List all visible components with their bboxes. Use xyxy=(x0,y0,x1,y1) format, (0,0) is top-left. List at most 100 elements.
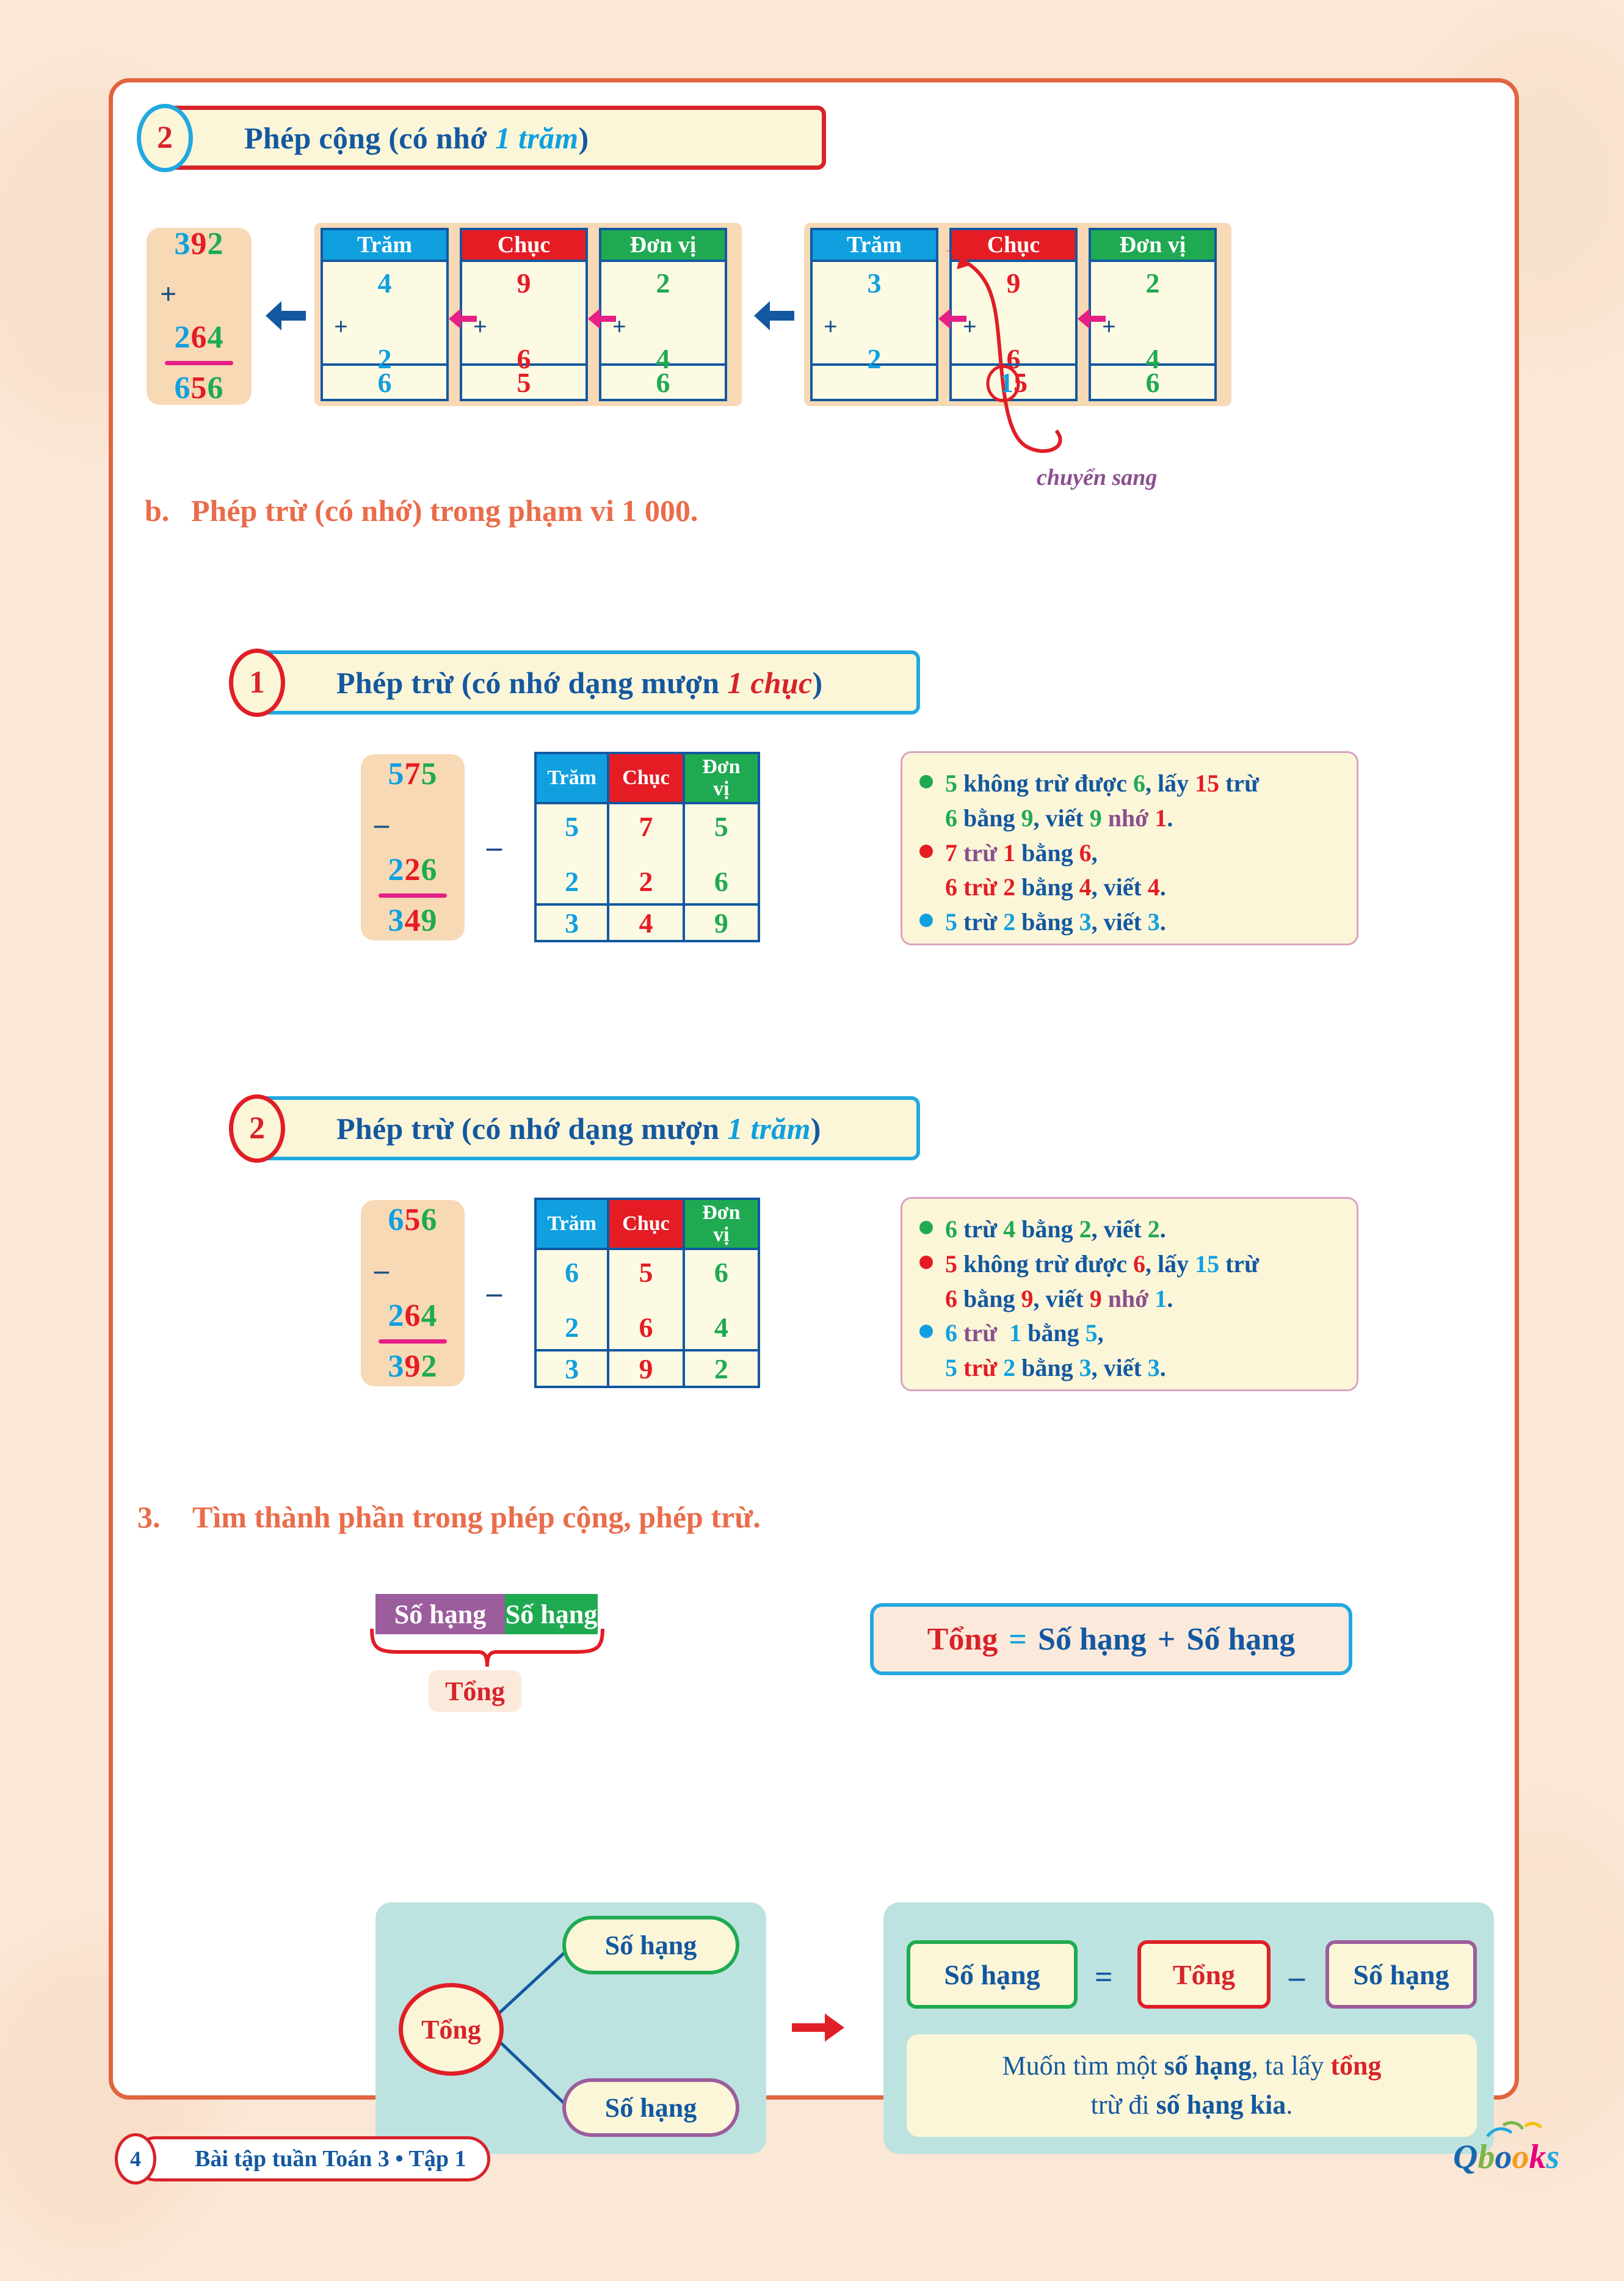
explanation-text: 5 không trừ được 6, lấy 15 trừ 6 bằng 9,… xyxy=(945,769,1260,832)
rule-line-1: Muốn tìm một số hạng, ta lấy tổng xyxy=(1002,2051,1382,2081)
column-hundreds: Trăm 3 + 2 xyxy=(810,228,938,401)
digit-subtrahend-units: 4 xyxy=(714,1312,728,1343)
carry-digit: 1 xyxy=(999,366,1013,398)
minuend: 656 xyxy=(388,1202,438,1237)
logo-birds-icon xyxy=(1486,2121,1542,2137)
explanation-text: 5 trừ 2 bằng 3, viết 3. xyxy=(945,908,1166,936)
formula-addend-1: Số hạng xyxy=(1038,1621,1147,1657)
column-body-hundreds: 5 2 xyxy=(537,804,607,903)
subsection-b-label: b. xyxy=(145,493,170,528)
digit-minuend-tens: 5 xyxy=(639,1257,653,1288)
column-header-units: Đơn vị xyxy=(1091,230,1214,262)
addend-one: 392 xyxy=(174,227,224,261)
rule-statement: Muốn tìm một số hạng, ta lấy tổng trừ đi… xyxy=(907,2034,1477,2137)
section-banner-sub1: 1 Phép trừ (có nhớ dạng mượn 1 chục) xyxy=(229,648,920,717)
section3-number: 3. xyxy=(137,1500,161,1534)
section-title-sub2: Phép trừ (có nhớ dạng mượn 1 trăm) xyxy=(336,1111,821,1146)
column-header-hundreds: Trăm xyxy=(537,754,607,804)
column-header-tens: Chục xyxy=(462,230,585,262)
brace-icon xyxy=(370,1628,604,1667)
column-header-tens: Chục xyxy=(609,1200,683,1250)
digit-addend1-hundreds: 4 xyxy=(377,267,392,299)
digit-result-units: 9 xyxy=(684,903,758,940)
formula-addend-2: Số hạng xyxy=(1186,1621,1296,1657)
sum-result: 656 xyxy=(174,371,224,406)
equation-sohang-right: Số hạng xyxy=(1325,1940,1477,2009)
vertical-sub-card-2: 656 – 264 392 xyxy=(361,1200,465,1386)
section3-title: Tìm thành phần trong phép cộng, phép trừ… xyxy=(192,1500,761,1534)
rule-line-2: trừ đi số hạng kia. xyxy=(1090,2090,1293,2120)
digit-addend2-hundreds: 2 xyxy=(377,343,392,374)
subsection-b-title: Phép trừ (có nhớ) trong phạm vi 1 000. xyxy=(191,493,698,528)
sum-rule xyxy=(379,893,447,898)
column-units: Đơn vị 2 + 4 6 xyxy=(1089,228,1217,401)
formula-plus: + xyxy=(1157,1621,1176,1657)
sum-rule xyxy=(379,1339,447,1344)
bullet-red-icon xyxy=(919,1255,933,1269)
column-units: Đơn vị 2 + 4 6 xyxy=(599,228,727,401)
footer-page-number: 4 xyxy=(115,2133,156,2185)
equation-minus: – xyxy=(1289,1960,1305,1995)
digit-result-units: 2 xyxy=(684,1349,758,1386)
arrow-left-pink xyxy=(588,308,616,329)
difference-result: 392 xyxy=(388,1348,438,1384)
digit-minuend-hundreds: 5 xyxy=(565,811,579,842)
digit-subtrahend-tens: 2 xyxy=(639,866,653,897)
digit-addend1-tens: 9 xyxy=(517,267,531,299)
column-header-hundreds: Trăm xyxy=(813,230,936,262)
sum-rule xyxy=(165,361,233,365)
bullet-green-icon xyxy=(919,775,933,788)
column-units: Đơn vị 5 6 9 xyxy=(684,752,760,942)
section-title-sub1: Phép trừ (có nhớ dạng mượn 1 chục) xyxy=(336,665,823,700)
tree-node-addend-top: Số hạng xyxy=(562,1916,739,1974)
digit-subtrahend-hundreds: 2 xyxy=(565,1312,579,1343)
digit-minuend-units: 5 xyxy=(714,811,728,842)
explanation-line: 7 trừ 1 bằng 6, 6 trừ 2 bằng 4, viết 4. xyxy=(919,836,1339,906)
place-value-table-sub1: Trăm 5 2 3 Chục 7 2 4 Đơn vị 5 6 9 xyxy=(534,752,760,942)
column-tens: Chục 5 6 9 xyxy=(609,1198,685,1388)
section-banner-sub2: 2 Phép trừ (có nhớ dạng mượn 1 trăm) xyxy=(229,1094,920,1163)
column-header-units: Đơn vị xyxy=(684,1200,758,1250)
digit-minuend-hundreds: 6 xyxy=(565,1257,579,1288)
section-banner-addition: 2 Phép cộng (có nhớ 1 trăm) xyxy=(137,103,826,172)
formula-box-sum: Tổng = Số hạng + Số hạng xyxy=(870,1603,1352,1675)
digit-result-tens: 9 xyxy=(609,1349,683,1386)
tree-node-tong: Tổng xyxy=(399,1983,504,2076)
tree-node-addend-bottom: Số hạng xyxy=(562,2078,739,2137)
carry-caption: chuyển sang xyxy=(1037,465,1158,490)
worksheet-page: 2 Phép cộng (có nhớ 1 trăm) 392 + 264 65… xyxy=(109,78,1519,2154)
column-tens: Chục 9 + 6 5 xyxy=(460,228,588,401)
equation-sohang-left: Số hạng xyxy=(907,1940,1078,2009)
operator-minus: – xyxy=(374,807,389,840)
column-units: Đơn vị 6 4 2 xyxy=(684,1198,760,1388)
column-header-tens: Chục xyxy=(609,754,683,804)
column-hundreds: Trăm 6 2 3 xyxy=(534,1198,610,1388)
section-badge-2: 2 xyxy=(137,103,193,172)
digit-minuend-units: 6 xyxy=(714,1257,728,1288)
digit-result-hundreds: 3 xyxy=(537,903,607,940)
digit-addend2-units: 4 xyxy=(656,343,670,374)
difference-result: 349 xyxy=(388,903,438,938)
vertical-sub-card-1: 575 – 226 349 xyxy=(361,754,465,940)
explanation-text: 5 không trừ được 6, lấy 15 trừ 6 bằng 9,… xyxy=(945,1250,1260,1312)
bullet-blue-icon xyxy=(919,1325,933,1339)
digit-minuend-tens: 7 xyxy=(639,811,653,842)
footer-title-pill: Bài tập tuần Toán 3 • Tập 1 xyxy=(133,2136,490,2181)
explanation-box-sub1: 5 không trừ được 6, lấy 15 trừ 6 bằng 9,… xyxy=(901,751,1358,945)
digit-addend2-tens: 6 xyxy=(517,343,531,374)
digit-result-hundreds: 3 xyxy=(537,1349,607,1386)
arrow-left-blue xyxy=(266,301,306,330)
explanation-text: 6 trừ 1 bằng 5, 5 trừ 2 bằng 3, viết 3. xyxy=(945,1319,1166,1382)
explanation-line: 6 trừ 1 bằng 5, 5 trừ 2 bằng 3, viết 3. xyxy=(919,1316,1339,1386)
column-body-units: 2 + 4 xyxy=(601,262,725,373)
column-body-hundreds: 4 + 2 xyxy=(323,262,446,373)
column-hundreds: Trăm 4 + 2 6 xyxy=(321,228,449,401)
bullet-red-icon xyxy=(919,844,933,858)
digit-addend1-hundreds: 3 xyxy=(867,267,882,299)
addend-two: 264 xyxy=(174,320,224,355)
explanation-line: 5 không trừ được 6, lấy 15 trừ 6 bằng 9,… xyxy=(919,1247,1339,1317)
place-value-table-sub2: Trăm 6 2 3 Chục 5 6 9 Đơn vị 6 4 2 xyxy=(534,1198,760,1388)
column-hundreds: Trăm 5 2 3 xyxy=(534,752,610,942)
formula-tong: Tổng xyxy=(927,1621,998,1657)
column-body-units: 6 4 xyxy=(685,1250,758,1349)
